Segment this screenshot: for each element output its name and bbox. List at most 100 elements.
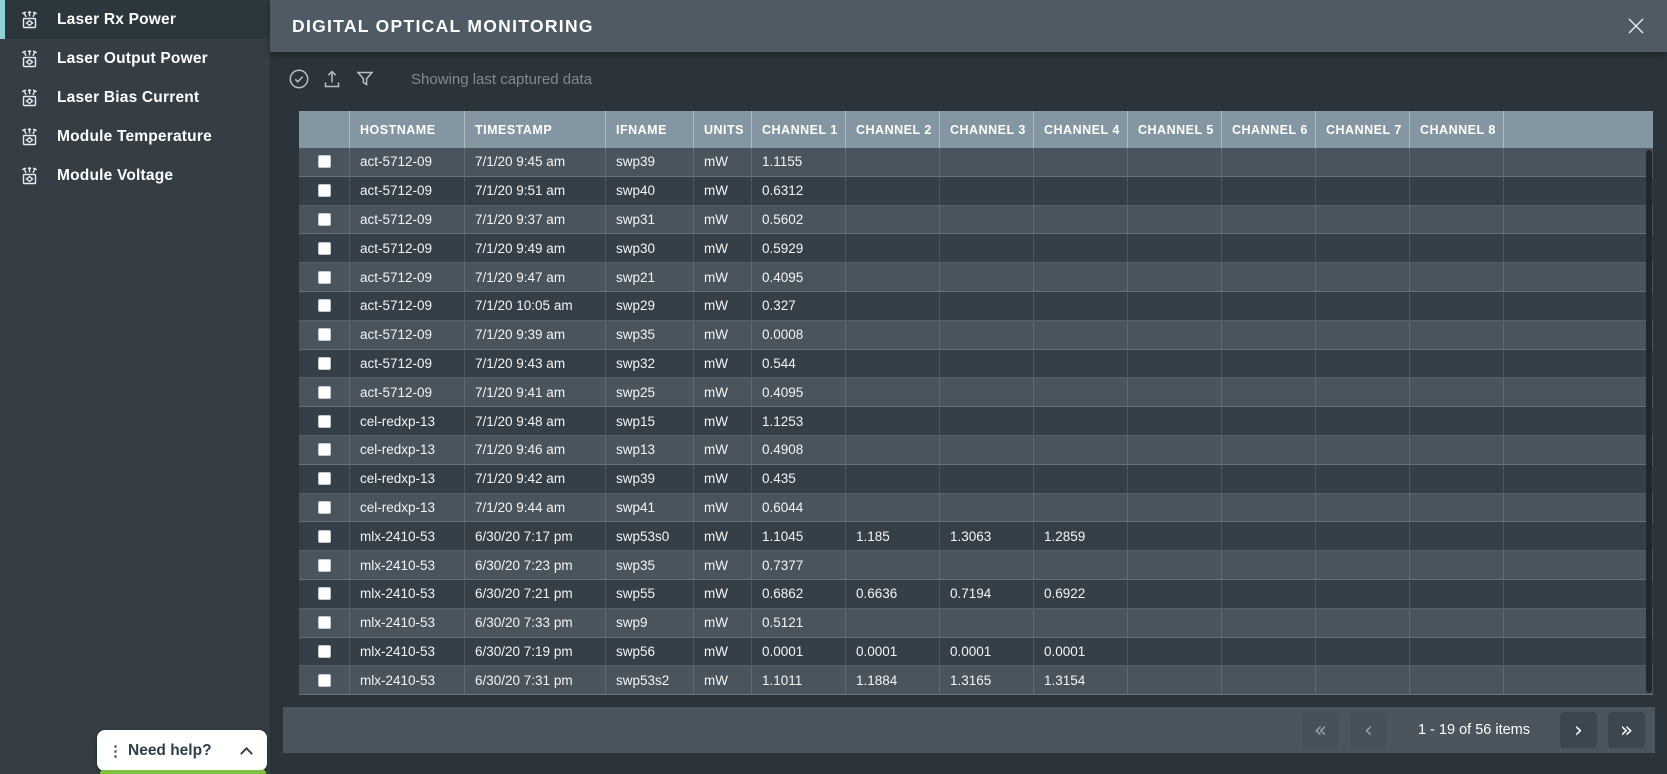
table-cell: 7/1/20 9:49 am (465, 234, 606, 262)
column-header[interactable]: CHANNEL 2 (846, 111, 940, 148)
export-icon[interactable] (319, 66, 345, 92)
row-checkbox[interactable] (318, 674, 331, 687)
optical-module-icon (16, 123, 43, 150)
table-cell: 0.7377 (752, 551, 846, 579)
table-cell: swp35 (606, 321, 694, 349)
table-cell: 6/30/20 7:31 pm (465, 666, 606, 694)
table-cell: act-5712-09 (350, 177, 465, 205)
sidebar-item-label: Laser Bias Current (57, 89, 199, 107)
main-panel: DIGITAL OPTICAL MONITORING Show (270, 0, 1667, 774)
table-cell (846, 321, 940, 349)
row-checkbox[interactable] (318, 357, 331, 370)
sidebar-item[interactable]: Module Voltage (0, 156, 270, 195)
table-cell (1316, 436, 1410, 464)
table-cell (846, 551, 940, 579)
table-row: act-5712-097/1/20 9:47 amswp21mW0.4095 (299, 263, 1653, 292)
row-checkbox[interactable] (318, 184, 331, 197)
table-cell: swp29 (606, 292, 694, 320)
column-header[interactable]: CHANNEL 6 (1222, 111, 1316, 148)
close-icon[interactable] (1624, 14, 1648, 38)
table-cell (1222, 609, 1316, 637)
table-cell (1128, 321, 1222, 349)
column-header[interactable]: CHANNEL 5 (1128, 111, 1222, 148)
row-checkbox[interactable] (318, 328, 331, 341)
table-cell-filler (1504, 609, 1653, 637)
table-cell (1222, 436, 1316, 464)
sidebar-item[interactable]: Laser Output Power (0, 39, 270, 78)
row-checkbox[interactable] (318, 443, 331, 456)
table-cell (1128, 206, 1222, 234)
sidebar: Laser Rx PowerLaser Output Power Laser Bi… (0, 0, 270, 774)
sidebar-item[interactable]: Laser Rx Power (0, 0, 270, 39)
filter-icon[interactable] (352, 66, 378, 92)
pagination-prev-button[interactable]: ‹ (1350, 712, 1387, 748)
table-cell: mlx-2410-53 (350, 522, 465, 550)
row-checkbox[interactable] (318, 213, 331, 226)
pagination-first-button[interactable]: « (1302, 712, 1339, 748)
table-cell (1316, 234, 1410, 262)
sidebar-item[interactable]: Module Temperature (0, 117, 270, 156)
table-cell (1222, 522, 1316, 550)
row-checkbox[interactable] (318, 271, 331, 284)
row-checkbox[interactable] (318, 559, 331, 572)
table-cell: mW (694, 378, 752, 406)
row-checkbox[interactable] (318, 501, 331, 514)
sidebar-item[interactable]: Laser Bias Current (0, 78, 270, 117)
table-cell: mlx-2410-53 (350, 580, 465, 608)
row-checkbox[interactable] (318, 386, 331, 399)
table-cell (1410, 522, 1504, 550)
pagination-last-button[interactable]: » (1608, 712, 1645, 748)
column-header[interactable]: CHANNEL 7 (1316, 111, 1410, 148)
row-checkbox[interactable] (318, 530, 331, 543)
table-cell: 0.0008 (752, 321, 846, 349)
row-checkbox[interactable] (318, 155, 331, 168)
table-cell: 0.327 (752, 292, 846, 320)
column-header[interactable]: TIMESTAMP (465, 111, 606, 148)
table-row: act-5712-097/1/20 9:41 amswp25mW0.4095 (299, 378, 1653, 407)
need-help-button[interactable]: ⋮ Need help? (97, 730, 267, 771)
table-cell: mW (694, 148, 752, 176)
table-row: mlx-2410-536/30/20 7:17 pmswp53s0mW1.104… (299, 522, 1653, 551)
table-cell-filler (1504, 321, 1653, 349)
table-cell: mW (694, 465, 752, 493)
row-checkbox[interactable] (318, 242, 331, 255)
table-cell: 0.4095 (752, 263, 846, 291)
table-cell: mW (694, 436, 752, 464)
table-cell: act-5712-09 (350, 263, 465, 291)
table-cell (1410, 580, 1504, 608)
column-header[interactable]: CHANNEL 8 (1410, 111, 1504, 148)
row-checkbox[interactable] (318, 472, 331, 485)
column-header[interactable]: CHANNEL 1 (752, 111, 846, 148)
column-header[interactable]: CHANNEL 3 (940, 111, 1034, 148)
column-header[interactable]: CHANNEL 4 (1034, 111, 1128, 148)
row-checkbox[interactable] (318, 645, 331, 658)
vertical-scrollbar[interactable] (1646, 150, 1652, 693)
check-circle-icon[interactable] (286, 66, 312, 92)
table-cell (846, 407, 940, 435)
row-checkbox[interactable] (318, 299, 331, 312)
table-cell: 7/1/20 9:51 am (465, 177, 606, 205)
sidebar-item-list: Laser Rx PowerLaser Output Power Laser Bi… (0, 0, 270, 195)
table-cell (1034, 263, 1128, 291)
table-cell (940, 292, 1034, 320)
table-cell (1128, 407, 1222, 435)
table-cell: mW (694, 609, 752, 637)
row-checkbox[interactable] (318, 616, 331, 629)
column-header[interactable]: UNITS (694, 111, 752, 148)
table-cell-filler (1504, 350, 1653, 378)
table-cell (1222, 551, 1316, 579)
table-cell (1222, 465, 1316, 493)
table-cell: mW (694, 666, 752, 694)
column-header[interactable]: HOSTNAME (350, 111, 465, 148)
row-checkbox[interactable] (318, 415, 331, 428)
row-checkbox[interactable] (318, 587, 331, 600)
column-header[interactable]: IFNAME (606, 111, 694, 148)
table-cell: mW (694, 177, 752, 205)
table-cell: 1.185 (846, 522, 940, 550)
table-cell (1222, 292, 1316, 320)
table-cell-filler (1504, 580, 1653, 608)
data-table: HOSTNAMETIMESTAMPIFNAMEUNITSCHANNEL 1CHA… (299, 111, 1653, 695)
table-cell (1128, 465, 1222, 493)
pagination-next-button[interactable]: › (1560, 712, 1597, 748)
table-cell: 1.2859 (1034, 522, 1128, 550)
